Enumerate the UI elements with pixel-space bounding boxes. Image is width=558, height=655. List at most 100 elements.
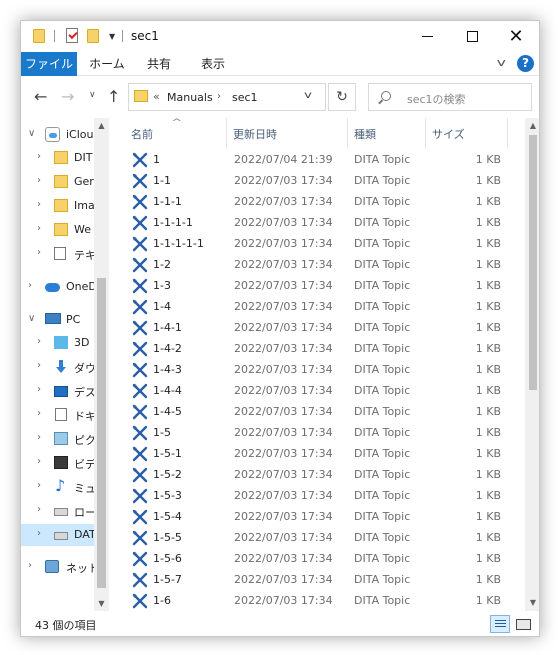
- forward-arrow-icon[interactable]: →: [61, 87, 74, 106]
- file-row[interactable]: 1-4-3 2022/07/03 17:34 DITA Topic 1 KB: [109, 360, 525, 381]
- file-row[interactable]: 1-4 2022/07/03 17:34 DITA Topic 1 KB: [109, 297, 525, 318]
- chevron-right-icon[interactable]: ›: [37, 151, 41, 162]
- file-row[interactable]: 1 2022/07/04 21:39 DITA Topic 1 KB: [109, 150, 525, 171]
- title-bar: ▼ sec1 ✕: [21, 21, 539, 52]
- file-row[interactable]: 1-5 2022/07/03 17:34 DITA Topic 1 KB: [109, 423, 525, 444]
- maximize-button[interactable]: [449, 21, 495, 52]
- breadcrumb-separator-icon[interactable]: ›: [217, 91, 221, 102]
- details-view-icon[interactable]: [490, 615, 510, 633]
- search-input[interactable]: sec1の検索: [368, 83, 532, 111]
- scrollbar-thumb[interactable]: [97, 278, 106, 588]
- tab-home[interactable]: ホーム: [79, 52, 135, 76]
- new-folder-icon[interactable]: [87, 29, 99, 43]
- chevron-right-icon[interactable]: ›: [28, 560, 32, 571]
- navpane-scrollbar[interactable]: ▲ ▼: [94, 118, 109, 611]
- column-header-date[interactable]: 更新日時: [233, 125, 277, 145]
- scroll-down-icon[interactable]: ▼: [525, 595, 539, 611]
- back-arrow-icon[interactable]: ←: [34, 87, 47, 106]
- scroll-up-icon[interactable]: ▲: [525, 118, 539, 134]
- chevron-right-icon[interactable]: ›: [28, 280, 32, 291]
- dita-topic-icon: [132, 425, 148, 441]
- file-modified-date: 2022/07/03 17:34: [234, 405, 333, 418]
- file-row[interactable]: 1-2 2022/07/03 17:34 DITA Topic 1 KB: [109, 255, 525, 276]
- file-row[interactable]: 1-5-6 2022/07/03 17:34 DITA Topic 1 KB: [109, 549, 525, 570]
- file-row[interactable]: 1-6 2022/07/03 17:34 DITA Topic 1 KB: [109, 591, 525, 611]
- file-row[interactable]: 1-1-1 2022/07/03 17:34 DITA Topic 1 KB: [109, 192, 525, 213]
- dita-topic-icon: [132, 593, 148, 609]
- file-row[interactable]: 1-5-1 2022/07/03 17:34 DITA Topic 1 KB: [109, 444, 525, 465]
- file-type: DITA Topic: [354, 321, 411, 334]
- file-row[interactable]: 1-5-2 2022/07/03 17:34 DITA Topic 1 KB: [109, 465, 525, 486]
- tab-view[interactable]: 表示: [191, 52, 235, 76]
- file-row[interactable]: 1-5-3 2022/07/03 17:34 DITA Topic 1 KB: [109, 486, 525, 507]
- file-row[interactable]: 1-4-2 2022/07/03 17:34 DITA Topic 1 KB: [109, 339, 525, 360]
- file-row[interactable]: 1-4-4 2022/07/03 17:34 DITA Topic 1 KB: [109, 381, 525, 402]
- file-type: DITA Topic: [354, 573, 411, 586]
- file-row[interactable]: 1-4-1 2022/07/03 17:34 DITA Topic 1 KB: [109, 318, 525, 339]
- dita-topic-icon: [132, 404, 148, 420]
- file-row[interactable]: 1-1 2022/07/03 17:34 DITA Topic 1 KB: [109, 171, 525, 192]
- file-type: DITA Topic: [354, 426, 411, 439]
- dita-topic-icon: [132, 173, 148, 189]
- column-divider[interactable]: [507, 118, 508, 149]
- column-header-size[interactable]: サイズ: [432, 125, 465, 145]
- quick-access-dropdown-icon[interactable]: ▼: [109, 32, 115, 41]
- chevron-right-icon[interactable]: ›: [37, 384, 41, 395]
- chevron-right-icon[interactable]: ›: [37, 336, 41, 347]
- screenshot-background: ▼ sec1 ✕ ファイル ホーム 共有 表示 v ? ← → ∨ ↑ « Ma…: [0, 0, 558, 655]
- address-dropdown-chevron-icon[interactable]: v: [304, 90, 312, 101]
- tab-share[interactable]: 共有: [137, 52, 181, 76]
- file-name: 1-1-1-1-1: [153, 237, 204, 250]
- breadcrumb-sec1[interactable]: sec1: [232, 91, 258, 104]
- file-row[interactable]: 1-3 2022/07/03 17:34 DITA Topic 1 KB: [109, 276, 525, 297]
- column-header-type[interactable]: 種類: [354, 125, 376, 145]
- chevron-right-icon[interactable]: ›: [37, 247, 41, 258]
- chevron-right-icon[interactable]: ›: [37, 408, 41, 419]
- chevron-down-icon[interactable]: ∨: [28, 313, 35, 324]
- chevron-right-icon[interactable]: ›: [37, 360, 41, 371]
- properties-icon[interactable]: [66, 28, 78, 43]
- file-size: 1 KB: [475, 489, 501, 502]
- chevron-right-icon[interactable]: ›: [37, 223, 41, 234]
- chevron-right-icon[interactable]: ›: [37, 504, 41, 515]
- close-button[interactable]: ✕: [493, 21, 539, 52]
- file-row[interactable]: 1-5-4 2022/07/03 17:34 DITA Topic 1 KB: [109, 507, 525, 528]
- scrollbar-thumb[interactable]: [529, 135, 537, 390]
- file-type: DITA Topic: [354, 552, 411, 565]
- chevron-right-icon[interactable]: ›: [37, 528, 41, 539]
- file-name: 1-4-5: [153, 405, 182, 418]
- breadcrumb-manuals[interactable]: Manuals: [167, 91, 213, 104]
- file-size: 1 KB: [475, 195, 501, 208]
- file-row[interactable]: 1-5-5 2022/07/03 17:34 DITA Topic 1 KB: [109, 528, 525, 549]
- recent-locations-chevron-icon[interactable]: ∨: [89, 90, 96, 100]
- chevron-right-icon[interactable]: ›: [37, 199, 41, 210]
- file-row[interactable]: 1-1-1-1 2022/07/03 17:34 DITA Topic 1 KB: [109, 213, 525, 234]
- scroll-up-icon[interactable]: ▲: [94, 118, 109, 133]
- file-size: 1 KB: [475, 321, 501, 334]
- tab-file[interactable]: ファイル: [21, 52, 77, 76]
- column-header-name[interactable]: 名前: [131, 125, 153, 145]
- file-row[interactable]: 1-4-5 2022/07/03 17:34 DITA Topic 1 KB: [109, 402, 525, 423]
- column-divider[interactable]: [425, 118, 426, 149]
- expand-ribbon-chevron-icon[interactable]: v: [497, 56, 506, 69]
- scroll-down-icon[interactable]: ▼: [94, 596, 109, 611]
- refresh-button[interactable]: ↻: [328, 83, 356, 111]
- column-divider[interactable]: [226, 118, 227, 149]
- double-chevron-left-icon[interactable]: «: [153, 90, 160, 103]
- up-arrow-icon[interactable]: ↑: [107, 87, 120, 106]
- chevron-right-icon[interactable]: ›: [37, 480, 41, 491]
- chevron-right-icon[interactable]: ›: [37, 175, 41, 186]
- address-bar[interactable]: « Manuals › sec1 v: [128, 83, 326, 111]
- column-divider[interactable]: [347, 118, 348, 149]
- folder-icon: [134, 90, 148, 102]
- minimize-button[interactable]: [404, 21, 450, 52]
- filelist-scrollbar[interactable]: ▲ ▼: [525, 118, 539, 611]
- large-icons-view-icon[interactable]: [513, 615, 533, 633]
- chevron-right-icon[interactable]: ›: [37, 456, 41, 467]
- file-name: 1-4-2: [153, 342, 182, 355]
- chevron-right-icon[interactable]: ›: [37, 432, 41, 443]
- help-icon[interactable]: ?: [517, 55, 534, 72]
- file-row[interactable]: 1-5-7 2022/07/03 17:34 DITA Topic 1 KB: [109, 570, 525, 591]
- file-row[interactable]: 1-1-1-1-1 2022/07/03 17:34 DITA Topic 1 KB: [109, 234, 525, 255]
- chevron-down-icon[interactable]: ∨: [28, 128, 35, 139]
